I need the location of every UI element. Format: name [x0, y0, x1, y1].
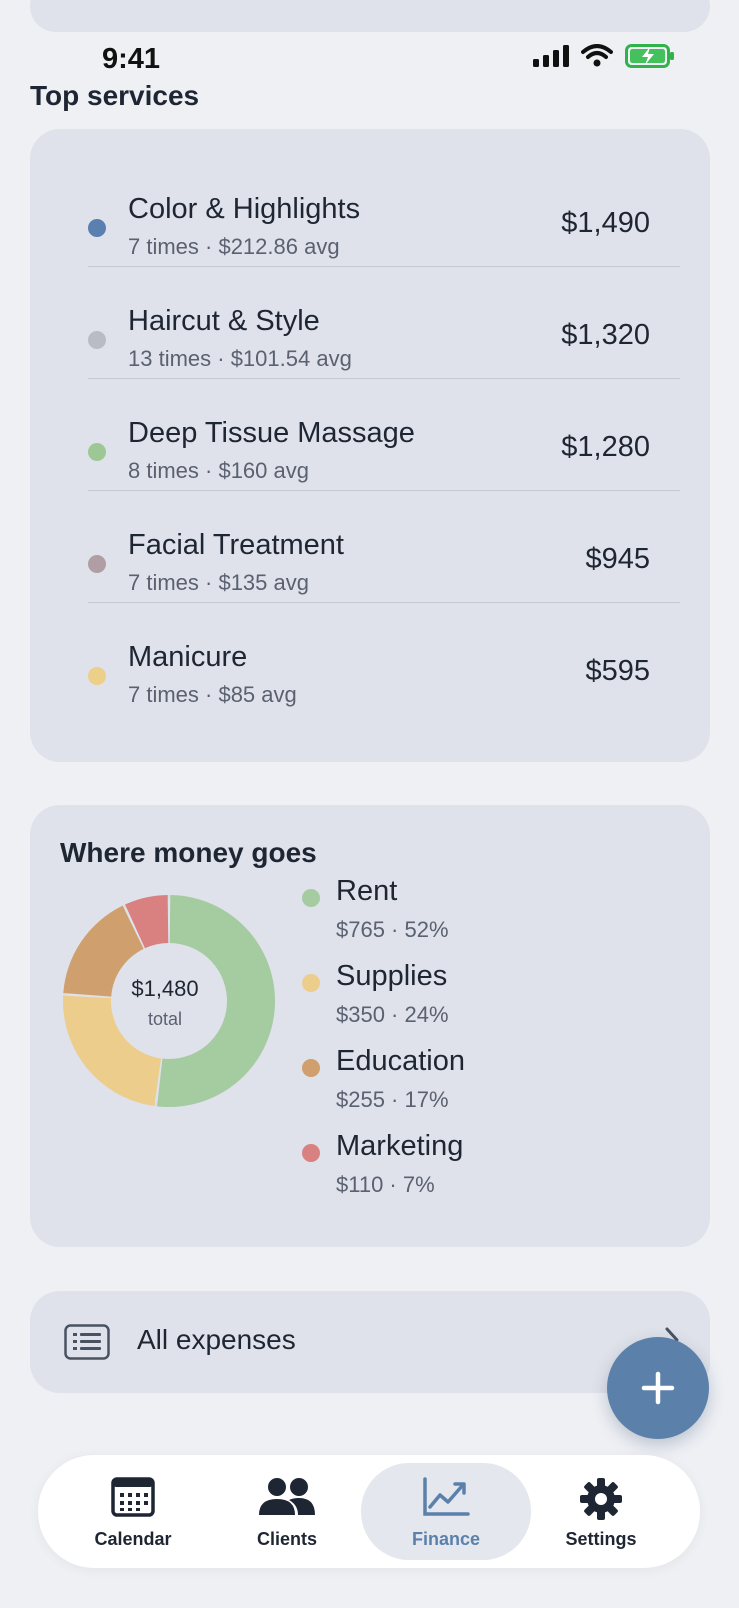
status-time: 9:41 [102, 43, 161, 75]
people-icon [259, 1478, 315, 1515]
legend-name: Marketing [336, 1130, 464, 1162]
divider [88, 378, 680, 379]
expense-donut-chart: $1,480 total [63, 895, 275, 1107]
donut-total-label: total [148, 1009, 182, 1029]
service-color-dot [88, 443, 106, 461]
service-meta: 7 times · $212.86 avg [128, 234, 340, 259]
service-color-dot [88, 667, 106, 685]
service-amount: $1,320 [561, 319, 650, 351]
legend-color-dot [302, 1144, 320, 1162]
legend-color-dot [302, 889, 320, 907]
tab-label: Calendar [94, 1529, 172, 1549]
service-amount: $1,280 [561, 431, 650, 463]
service-amount: $595 [585, 655, 650, 687]
status-icons [533, 44, 675, 68]
service-meta: 7 times · $85 avg [128, 682, 297, 707]
legend-color-dot [302, 974, 320, 992]
service-row[interactable]: Manicure 7 times · $85 avg $595 [88, 617, 680, 731]
legend-color-dot [302, 1059, 320, 1077]
list-icon [64, 1324, 110, 1360]
where-money-goes-title: Where money goes [60, 837, 317, 868]
service-color-dot [88, 555, 106, 573]
tab-finance[interactable]: Finance [361, 1463, 531, 1560]
calendar-icon [111, 1477, 155, 1517]
tab-label: Finance [411, 1529, 481, 1549]
tab-bar: Calendar Clients Finance Settings [38, 1455, 700, 1568]
top-services-card: Color & Highlights 7 times · $212.86 avg… [30, 129, 710, 762]
legend-value: $350 · 24% [336, 1002, 449, 1027]
service-color-dot [88, 331, 106, 349]
tab-label: Clients [256, 1529, 317, 1549]
where-money-goes-card: Where money goes $1,480 total Rent $765 … [30, 805, 710, 1247]
signal-icon [533, 45, 569, 67]
divider [88, 266, 680, 267]
legend-value: $765 · 52% [336, 917, 449, 942]
service-name: Manicure [128, 641, 248, 673]
service-name: Color & Highlights [128, 193, 361, 225]
battery-charging-icon [625, 44, 674, 68]
donut-slice-rent [157, 895, 275, 1107]
previous-card-peek [30, 0, 710, 32]
wifi-icon [581, 44, 613, 67]
plus-icon [641, 1371, 675, 1405]
service-amount: $945 [585, 543, 650, 575]
service-color-dot [88, 219, 106, 237]
add-button[interactable] [607, 1337, 709, 1439]
service-meta: 8 times · $160 avg [128, 458, 309, 483]
legend-name: Rent [336, 875, 398, 907]
tab-clients[interactable]: Clients [202, 1463, 372, 1560]
legend-name: Supplies [336, 960, 448, 992]
top-services-title: Top services [30, 80, 200, 111]
service-amount: $1,490 [561, 207, 650, 239]
tab-calendar[interactable]: Calendar [48, 1463, 218, 1560]
status-bar: 9:41 [0, 40, 739, 80]
legend-value: $110 · 7% [336, 1172, 435, 1197]
divider [88, 490, 680, 491]
all-expenses-label: All expenses [137, 1324, 296, 1355]
tab-settings[interactable]: Settings [516, 1463, 686, 1560]
donut-slice-supplies [63, 995, 162, 1106]
service-meta: 13 times · $101.54 avg [128, 346, 352, 371]
divider [88, 602, 680, 603]
donut-total-value: $1,480 [131, 976, 198, 1001]
gear-icon [580, 1478, 622, 1520]
tab-label: Settings [565, 1529, 637, 1549]
service-name: Haircut & Style [128, 305, 320, 337]
service-name: Deep Tissue Massage [128, 417, 415, 449]
legend-value: $255 · 17% [336, 1087, 449, 1112]
chart-icon [423, 1477, 470, 1516]
legend-name: Education [336, 1045, 465, 1077]
service-meta: 7 times · $135 avg [128, 570, 309, 595]
service-name: Facial Treatment [128, 529, 344, 561]
